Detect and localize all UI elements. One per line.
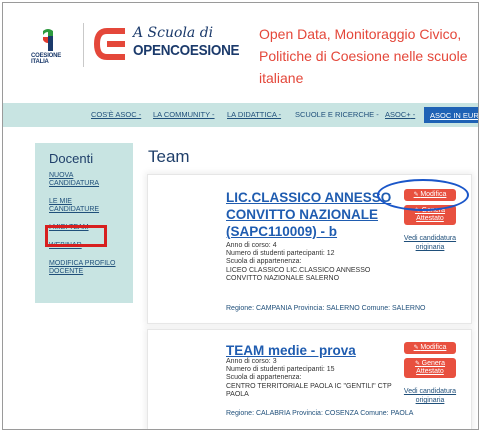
vedi-candidatura-link[interactable]: Vedi candidatura originaria [396,387,464,405]
nav-asoc-plus[interactable]: ASOC+ - [385,110,415,119]
docenti-sidebar: Docenti NUOVA CANDIDATURA LE MIE CANDIDA… [35,143,133,303]
page-title: Team [148,147,190,166]
opencoesione-c-icon [93,28,125,60]
vedi-candidatura-link[interactable]: Vedi candidatura originaria [396,234,464,252]
annotation-blue-oval [377,179,469,211]
team-region: Regione: CALABRIA Provincia: COSENZA Com… [226,410,414,417]
team-card: TEAM medie - prova Anno di corso: 3 Nume… [148,330,471,429]
sidebar-item-modifica-profilo[interactable]: MODIFICA PROFILO DOCENTE [49,260,119,276]
nav-asoc-in-europa[interactable]: ASOC IN EUROPA [424,107,478,123]
team-info: Anno di corso: 4 Numero di studenti part… [226,242,371,282]
main-nav: COS'È ASOC - LA COMMUNITY - LA DIDATTICA… [3,103,478,127]
team-name-link[interactable]: LIC.CLASSICO ANNESSO CONVITTO NAZIONALE … [226,189,396,240]
coesione-italia-logo[interactable]: COESIONE ITALIA [31,27,65,67]
logo-opencoesione-text: OPENCOESIONE [133,42,240,59]
modifica-button[interactable]: ✎ Modifica [404,342,456,354]
coesione-logo-icon [43,29,53,51]
nav-cosè-asoc[interactable]: COS'È ASOC - [91,110,141,119]
sidebar-item-le-mie-candidature[interactable]: LE MIE CANDIDATURE [49,198,119,214]
sidebar-item-nuova-candidatura[interactable]: NUOVA CANDIDATURA [49,172,119,188]
team-region: Regione: CAMPANIA Provincia: SALERNO Com… [226,305,426,312]
team-info: Anno di corso: 3 Numero di studenti part… [226,358,392,398]
coesione-logo-text: COESIONE ITALIA [31,53,62,65]
logo-scuola-text: A Scuola di [133,25,214,41]
sidebar-title: Docenti [49,151,94,166]
team-name-link[interactable]: TEAM medie - prova [226,342,396,359]
site-title: Open Data, Monitoraggio Civico, Politich… [259,26,468,86]
certificate-icon: ✎ [414,361,422,367]
nav-la-community[interactable]: LA COMMUNITY - [153,110,215,119]
nav-scuole-e-ricerche[interactable]: SCUOLE E RICERCHE - [295,110,379,119]
nav-la-didattica[interactable]: LA DIDATTICA - [227,110,281,119]
browser-frame: COESIONE ITALIA A Scuola di OPENCOESIONE… [2,2,479,430]
annotation-red-box [45,225,107,247]
genera-attestato-button[interactable]: ✎ Genera Attestato [404,358,456,378]
logo-divider [83,23,84,67]
